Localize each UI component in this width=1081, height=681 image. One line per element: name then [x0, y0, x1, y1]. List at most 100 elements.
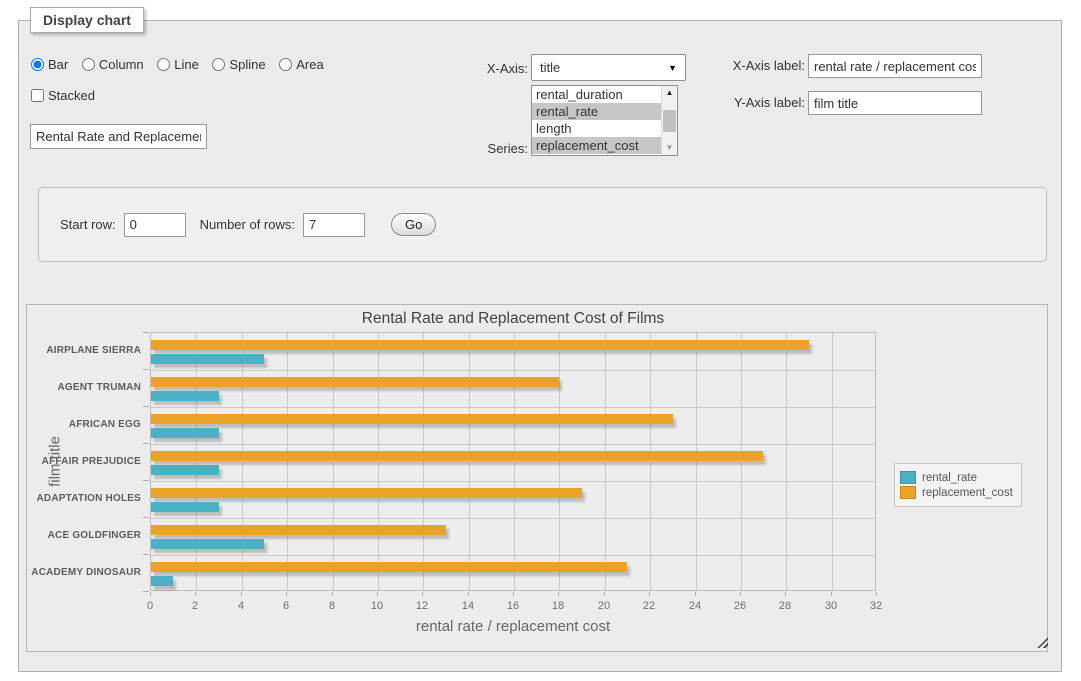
- category-label: ACADEMY DINOSAUR: [27, 567, 141, 578]
- y-axis-tick: [143, 332, 149, 333]
- y-axis-tick: [143, 406, 149, 407]
- x-axis-tick: [241, 592, 242, 596]
- x-tick-label: 4: [221, 600, 261, 612]
- series-option-rental_duration[interactable]: rental_duration: [532, 86, 661, 103]
- scrollbar-down-arrow-icon[interactable]: ▼: [662, 141, 677, 155]
- row-range-box: Start row: Number of rows: Go: [38, 187, 1047, 262]
- radio-line[interactable]: Line: [157, 57, 199, 72]
- x-tick-label: 22: [629, 600, 669, 612]
- scrollbar-up-arrow-icon[interactable]: ▲: [662, 86, 677, 100]
- y-axis-tick: [143, 517, 149, 518]
- x-tick-label: 8: [312, 600, 352, 612]
- chart-title-input[interactable]: [30, 124, 207, 149]
- x-tick-label: 24: [675, 600, 715, 612]
- radio-line-input[interactable]: [157, 58, 170, 71]
- start-row-input[interactable]: [124, 213, 186, 237]
- gridline: [287, 333, 288, 590]
- bar-rental_rate: [151, 539, 264, 549]
- gridline: [151, 555, 875, 556]
- y-axis-tick: [143, 369, 149, 370]
- category-label: AFRICAN EGG: [27, 419, 141, 430]
- radio-column[interactable]: Column: [82, 57, 144, 72]
- x-axis-tick: [785, 592, 786, 596]
- x-axis-label-caption: X-Axis label:: [709, 58, 805, 73]
- x-axis-tick: [422, 592, 423, 596]
- x-axis-select[interactable]: title ▼: [531, 54, 686, 81]
- gridline: [196, 333, 197, 590]
- gridline: [650, 333, 651, 590]
- bar-rental_rate: [151, 428, 219, 438]
- gridline: [605, 333, 606, 590]
- x-axis-tick: [740, 592, 741, 596]
- y-axis-tick: [143, 480, 149, 481]
- gridline: [559, 333, 560, 590]
- number-of-rows-input[interactable]: [303, 213, 365, 237]
- radio-bar-input[interactable]: [31, 58, 44, 71]
- stacked-checkbox[interactable]: [31, 89, 44, 102]
- gridline: [469, 333, 470, 590]
- category-label: ACE GOLDFINGER: [27, 530, 141, 541]
- x-axis-tick: [876, 592, 877, 596]
- y-axis-label-input[interactable]: [808, 91, 982, 115]
- chart-container: Rental Rate and Replacement Cost of Film…: [26, 304, 1048, 652]
- bar-replacement_cost: [151, 488, 582, 498]
- gridline: [741, 333, 742, 590]
- category-label: ADAPTATION HOLES: [27, 493, 141, 504]
- start-row-label: Start row:: [60, 217, 116, 232]
- listbox-scrollbar[interactable]: ▲ ▼: [661, 86, 677, 155]
- bar-rental_rate: [151, 391, 219, 401]
- plot-area: [150, 332, 876, 591]
- bar-rental_rate: [151, 502, 219, 512]
- radio-area-input[interactable]: [279, 58, 292, 71]
- bar-replacement_cost: [151, 451, 763, 461]
- x-tick-label: 6: [266, 600, 306, 612]
- series-option-replacement_cost[interactable]: replacement_cost: [532, 137, 661, 154]
- x-tick-label: 30: [811, 600, 851, 612]
- category-label: AGENT TRUMAN: [27, 382, 141, 393]
- x-axis-tick: [332, 592, 333, 596]
- x-tick-label: 14: [448, 600, 488, 612]
- y-axis-label-caption: Y-Axis label:: [709, 95, 805, 110]
- y-axis-tick: [143, 443, 149, 444]
- series-option-length[interactable]: length: [532, 120, 661, 137]
- legend-swatch-icon: [900, 486, 916, 499]
- x-axis-title: rental rate / replacement cost: [150, 618, 876, 635]
- legend-label: replacement_cost: [922, 487, 1013, 499]
- gridline: [832, 333, 833, 590]
- bar-replacement_cost: [151, 377, 559, 387]
- x-axis-tick: [513, 592, 514, 596]
- gridline: [242, 333, 243, 590]
- radio-column-input[interactable]: [82, 58, 95, 71]
- x-tick-label: 32: [856, 600, 896, 612]
- x-tick-label: 10: [357, 600, 397, 612]
- radio-spline-input[interactable]: [212, 58, 225, 71]
- x-axis-tick: [468, 592, 469, 596]
- chart-legend: rental_rate replacement_cost: [894, 463, 1022, 507]
- display-chart-panel: Display chart Bar Column Line Spline Are…: [18, 20, 1062, 672]
- series-option-rental_rate[interactable]: rental_rate: [532, 103, 661, 120]
- bar-replacement_cost: [151, 340, 809, 350]
- scrollbar-track[interactable]: [662, 100, 677, 141]
- series-listbox[interactable]: rental_durationrental_ratelengthreplacem…: [531, 85, 678, 156]
- gridline: [696, 333, 697, 590]
- series-select-label: Series:: [449, 141, 528, 156]
- resize-handle-icon[interactable]: [1037, 637, 1048, 648]
- gridline: [423, 333, 424, 590]
- radio-area[interactable]: Area: [279, 57, 323, 72]
- x-axis-tick: [558, 592, 559, 596]
- scrollbar-thumb[interactable]: [663, 110, 676, 132]
- x-axis-tick: [150, 592, 151, 596]
- chart-type-radio-group: Bar Column Line Spline Area: [31, 57, 334, 72]
- x-axis-tick: [195, 592, 196, 596]
- go-button[interactable]: Go: [391, 213, 436, 236]
- x-tick-label: 0: [130, 600, 170, 612]
- legend-label: rental_rate: [922, 472, 977, 484]
- stacked-checkbox-label[interactable]: Stacked: [31, 88, 95, 103]
- x-axis-select-label: X-Axis:: [449, 61, 528, 76]
- radio-spline[interactable]: Spline: [212, 57, 265, 72]
- radio-bar[interactable]: Bar: [31, 57, 68, 72]
- gridline: [378, 333, 379, 590]
- x-axis-label-input[interactable]: [808, 54, 982, 78]
- x-tick-label: 12: [402, 600, 442, 612]
- y-axis-tick: [143, 554, 149, 555]
